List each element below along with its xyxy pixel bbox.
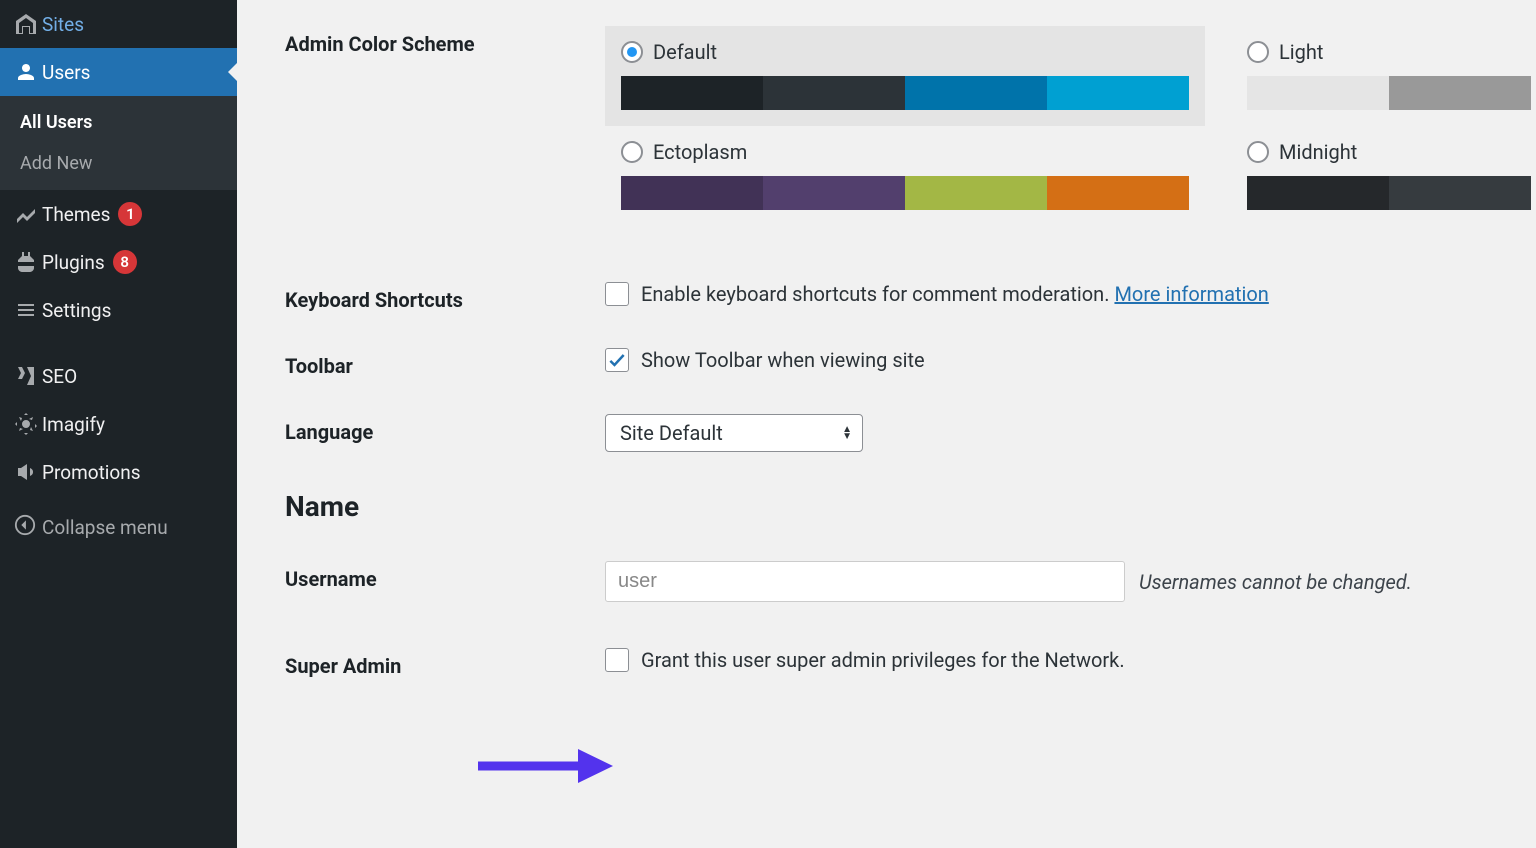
- radio-midnight[interactable]: [1247, 141, 1269, 163]
- collapse-icon: [14, 514, 42, 541]
- sidebar-sub-add-new[interactable]: Add New: [0, 143, 237, 184]
- sidebar-item-plugins[interactable]: Plugins 8: [0, 238, 237, 286]
- sidebar-label: Settings: [42, 299, 111, 322]
- color-scheme-ectoplasm[interactable]: Ectoplasm: [605, 126, 1205, 226]
- color-scheme-midnight[interactable]: Midnight: [1231, 126, 1531, 226]
- sidebar-collapse-button[interactable]: Collapse menu: [0, 502, 237, 553]
- keyboard-checkbox-label: Enable keyboard shortcuts for comment mo…: [641, 282, 1269, 306]
- keyboard-more-link[interactable]: More information: [1114, 282, 1268, 306]
- sidebar-label: Themes: [42, 203, 110, 226]
- toolbar-checkbox-label: Show Toolbar when viewing site: [641, 348, 925, 372]
- users-icon: [14, 60, 42, 84]
- radio-light[interactable]: [1247, 41, 1269, 63]
- sidebar-item-themes[interactable]: Themes 1: [0, 190, 237, 238]
- sidebar-label: Imagify: [42, 413, 105, 436]
- imagify-icon: [14, 412, 42, 436]
- sidebar-submenu-users: All Users Add New: [0, 96, 237, 190]
- sidebar-item-promotions[interactable]: Promotions: [0, 448, 237, 496]
- annotation-arrow-icon: [478, 747, 613, 789]
- sidebar-label: SEO: [42, 365, 77, 388]
- sidebar-item-users[interactable]: Users: [0, 48, 237, 96]
- promotions-icon: [14, 460, 42, 484]
- super-admin-checkbox[interactable]: [605, 648, 629, 672]
- swatches-ectoplasm: [621, 176, 1189, 210]
- sidebar-label: Promotions: [42, 461, 141, 484]
- swatches-light: [1247, 76, 1531, 110]
- color-scheme-field: Default Ectoplasm: [605, 26, 1536, 226]
- sidebar-item-imagify[interactable]: Imagify: [0, 400, 237, 448]
- sites-icon: [14, 12, 42, 36]
- color-scheme-label: Admin Color Scheme: [285, 26, 605, 56]
- keyboard-label: Keyboard Shortcuts: [285, 282, 605, 312]
- sidebar-item-sites[interactable]: Sites: [0, 0, 237, 48]
- sidebar-item-seo[interactable]: SEO: [0, 352, 237, 400]
- username-help: Usernames cannot be changed.: [1139, 570, 1412, 594]
- swatches-default: [621, 76, 1189, 110]
- collapse-label: Collapse menu: [42, 516, 168, 539]
- super-admin-label: Super Admin: [285, 648, 605, 678]
- sidebar-label: Users: [42, 61, 90, 84]
- username-label: Username: [285, 561, 605, 591]
- swatches-midnight: [1247, 176, 1531, 210]
- seo-icon: [14, 364, 42, 388]
- sidebar-label: Plugins: [42, 251, 105, 274]
- toolbar-label: Toolbar: [285, 348, 605, 378]
- sidebar-item-settings[interactable]: Settings: [0, 286, 237, 334]
- main-content: Admin Color Scheme Default: [237, 0, 1536, 848]
- themes-badge: 1: [118, 202, 142, 226]
- language-label: Language: [285, 414, 605, 444]
- username-input: [605, 561, 1125, 602]
- radio-default[interactable]: [621, 41, 643, 63]
- radio-ectoplasm[interactable]: [621, 141, 643, 163]
- settings-icon: [14, 298, 42, 322]
- name-section-heading: Name: [285, 490, 1536, 523]
- plugins-badge: 8: [113, 250, 137, 274]
- super-admin-checkbox-label: Grant this user super admin privileges f…: [641, 648, 1125, 672]
- color-scheme-default[interactable]: Default: [605, 26, 1205, 126]
- color-scheme-light[interactable]: Light: [1231, 26, 1531, 126]
- toolbar-checkbox[interactable]: [605, 348, 629, 372]
- sidebar-label: Sites: [42, 13, 84, 36]
- admin-sidebar: Sites Users All Users Add New Themes 1 P…: [0, 0, 237, 848]
- language-select[interactable]: Site Default ▲▼: [605, 414, 863, 452]
- select-arrows-icon: ▲▼: [842, 426, 852, 440]
- sidebar-sub-all-users[interactable]: All Users: [0, 102, 237, 143]
- themes-icon: [14, 202, 42, 226]
- plugins-icon: [14, 250, 42, 274]
- keyboard-checkbox[interactable]: [605, 282, 629, 306]
